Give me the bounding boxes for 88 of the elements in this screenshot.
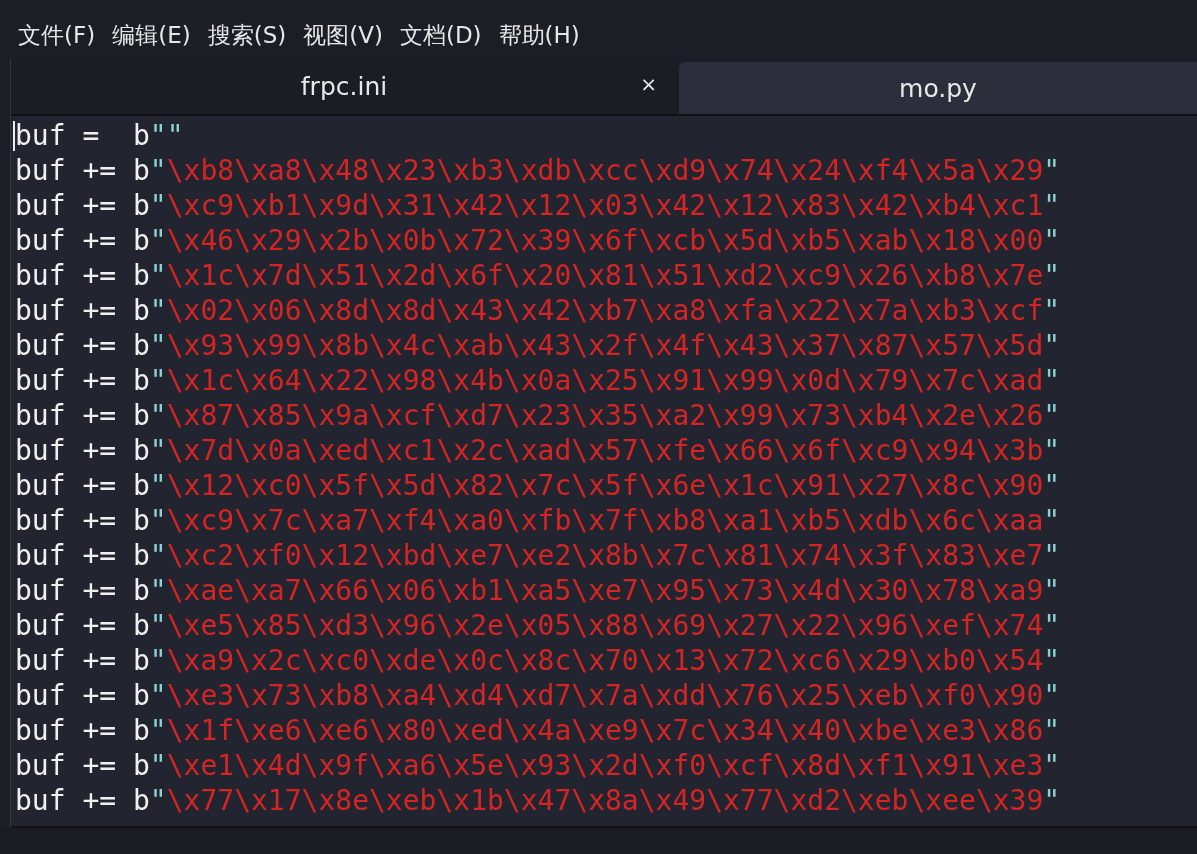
string-literal: \x12\xc0\x5f\x5d\x82\x7c\x5f\x6e\x1c\x91\x27\x8c\x90	[166, 468, 1044, 503]
quote-mark: "	[1043, 748, 1061, 783]
quote-mark: "	[149, 713, 167, 748]
quote-mark: "	[149, 503, 167, 538]
quote-mark: "	[1043, 503, 1061, 538]
code-text: buf += b	[15, 713, 150, 748]
tab[interactable]: mo.py	[679, 62, 1197, 114]
quote-mark: "	[149, 118, 167, 153]
quote-mark: "	[1043, 153, 1061, 188]
menu-item[interactable]: 视图(V)	[303, 19, 383, 51]
code-text: buf += b	[15, 748, 150, 783]
quote-mark: "	[1043, 433, 1061, 468]
string-literal: \xe3\x73\xb8\xa4\xd4\xd7\x7a\xdd\x76\x25\xeb\xf0\x90	[166, 678, 1044, 713]
quote-mark: "	[149, 643, 167, 678]
quote-mark: "	[1043, 223, 1061, 258]
quote-mark: "	[1043, 608, 1061, 643]
quote-mark: "	[1043, 783, 1061, 818]
code-text: buf += b	[15, 293, 150, 328]
string-literal: \x7d\x0a\xed\xc1\x2c\xad\x57\xfe\x66\x6f\xc9\x94\x3b	[166, 433, 1044, 468]
string-literal: \x77\x17\x8e\xeb\x1b\x47\x8a\x49\x77\xd2\xeb\xee\x39	[166, 783, 1044, 818]
code-text: buf += b	[15, 468, 150, 503]
quote-mark: "	[149, 258, 167, 293]
code-text: buf += b	[15, 223, 150, 258]
quote-mark: "	[149, 153, 167, 188]
menu-item[interactable]: 搜索(S)	[207, 19, 287, 51]
quote-mark: "	[149, 468, 167, 503]
quote-mark: "	[1043, 328, 1061, 363]
string-literal: \xb8\xa8\x48\x23\xb3\xdb\xcc\xd9\x74\x24\xf4\x5a\x29	[166, 153, 1044, 188]
quote-mark: "	[166, 118, 184, 153]
code-text: buf += b	[15, 363, 150, 398]
quote-mark: "	[149, 223, 167, 258]
code-text: buf += b	[15, 153, 150, 188]
code-text: buf += b	[15, 433, 150, 468]
quote-mark: "	[1043, 258, 1061, 293]
quote-mark: "	[149, 538, 167, 573]
code-text: buf += b	[15, 538, 150, 573]
quote-mark: "	[1043, 363, 1061, 398]
quote-mark: "	[1043, 713, 1061, 748]
quote-mark: "	[1043, 398, 1061, 433]
code-text: buf += b	[15, 643, 150, 678]
string-literal: \xe1\x4d\x9f\xa6\x5e\x93\x2d\xf0\xcf\x8d\xf1\x91\xe3	[166, 748, 1044, 783]
quote-mark: "	[149, 678, 167, 713]
quote-mark: "	[1043, 188, 1061, 223]
menu-item[interactable]: 帮助(H)	[498, 19, 580, 51]
quote-mark: "	[149, 433, 167, 468]
code-text: buf = b	[15, 118, 150, 153]
quote-mark: "	[149, 363, 167, 398]
quote-mark: "	[1043, 538, 1061, 573]
close-button[interactable]: ×	[640, 72, 657, 96]
string-literal: \x02\x06\x8d\x8d\x43\x42\xb7\xa8\xfa\x22\x7a\xb3\xcf	[166, 293, 1044, 328]
quote-mark: "	[149, 293, 167, 328]
code-text: buf += b	[15, 328, 150, 363]
text-cursor	[13, 120, 15, 151]
string-literal: \xc9\x7c\xa7\xf4\xa0\xfb\x7f\xb8\xa1\xb5\xdb\x6c\xaa	[166, 503, 1044, 538]
string-literal: \xc2\xf0\x12\xbd\xe7\xe2\x8b\x7c\x81\x74\x3f\x83\xe7	[166, 538, 1044, 573]
quote-mark: "	[1043, 643, 1061, 678]
code-text: buf += b	[15, 398, 150, 433]
code-text: buf += b	[15, 783, 150, 818]
string-literal: \xc9\xb1\x9d\x31\x42\x12\x03\x42\x12\x83\x42\xb4\xc1	[166, 188, 1044, 223]
string-literal: \x46\x29\x2b\x0b\x72\x39\x6f\xcb\x5d\xb5\xab\x18\x00	[166, 223, 1044, 258]
menu-item[interactable]: 文件(F)	[18, 19, 96, 51]
quote-mark: "	[149, 188, 167, 223]
string-literal: \xa9\x2c\xc0\xde\x0c\x8c\x70\x13\x72\xc6\x29\xb0\x54	[166, 643, 1044, 678]
quote-mark: "	[149, 398, 167, 433]
quote-mark: "	[149, 608, 167, 643]
quote-mark: "	[149, 748, 167, 783]
quote-mark: "	[1043, 678, 1061, 713]
quote-mark: "	[1043, 468, 1061, 503]
code-text: buf += b	[15, 258, 150, 293]
menu-item[interactable]: 文档(D)	[399, 19, 482, 51]
quote-mark: "	[149, 328, 167, 363]
code-text: buf += b	[15, 503, 150, 538]
quote-mark: "	[1043, 573, 1061, 608]
code-text: buf += b	[15, 678, 150, 713]
string-literal: \x1c\x64\x22\x98\x4b\x0a\x25\x91\x99\x0d\x79\x7c\xad	[166, 363, 1044, 398]
code-text: buf += b	[15, 188, 150, 223]
code-text: buf += b	[15, 608, 150, 643]
menu-item[interactable]: 编辑(E)	[112, 19, 191, 51]
quote-mark: "	[1043, 293, 1061, 328]
quote-mark: "	[149, 783, 167, 818]
string-literal: \x93\x99\x8b\x4c\xab\x43\x2f\x4f\x43\x37\x87\x57\x5d	[166, 328, 1044, 363]
string-literal: \x1f\xe6\xe6\x80\xed\x4a\xe9\x7c\x34\x40\xbe\xe3\x86	[166, 713, 1044, 748]
string-literal: \xae\xa7\x66\x06\xb1\xa5\xe7\x95\x73\x4d\x30\x78\xa9	[166, 573, 1044, 608]
code-text: buf += b	[15, 573, 150, 608]
string-literal: \x1c\x7d\x51\x2d\x6f\x20\x81\x51\xd2\xc9\x26\xb8\x7e	[166, 258, 1044, 293]
string-literal: \xe5\x85\xd3\x96\x2e\x05\x88\x69\x27\x22\x96\xef\x74	[166, 608, 1044, 643]
quote-mark: "	[149, 573, 167, 608]
string-literal: \x87\x85\x9a\xcf\xd7\x23\x35\xa2\x99\x73\xb4\x2e\x26	[166, 398, 1044, 433]
